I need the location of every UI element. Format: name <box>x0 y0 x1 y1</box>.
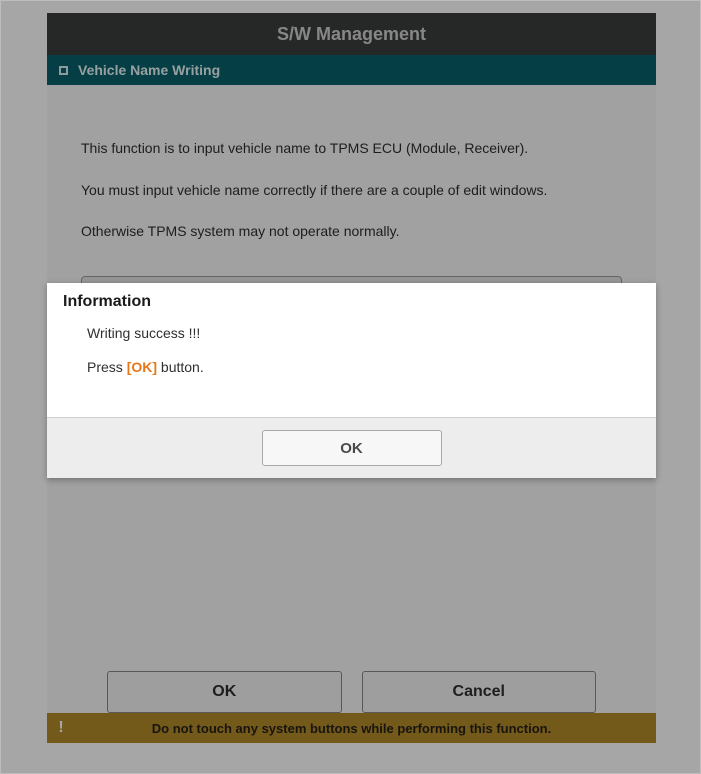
dialog-title: Information <box>47 283 656 319</box>
information-dialog: Information Writing success !!! Press [O… <box>47 283 656 478</box>
press-prefix: Press <box>87 359 127 375</box>
app-frame: S/W Management Vehicle Name Writing This… <box>0 0 701 774</box>
dialog-message-2: Press [OK] button. <box>87 359 616 375</box>
dialog-footer: OK <box>47 417 656 478</box>
press-ok-highlight: [OK] <box>127 359 157 375</box>
dialog-message-1: Writing success !!! <box>87 325 616 341</box>
press-suffix: button. <box>157 359 204 375</box>
dialog-body: Writing success !!! Press [OK] button. <box>47 319 656 417</box>
dialog-ok-button[interactable]: OK <box>262 430 442 466</box>
